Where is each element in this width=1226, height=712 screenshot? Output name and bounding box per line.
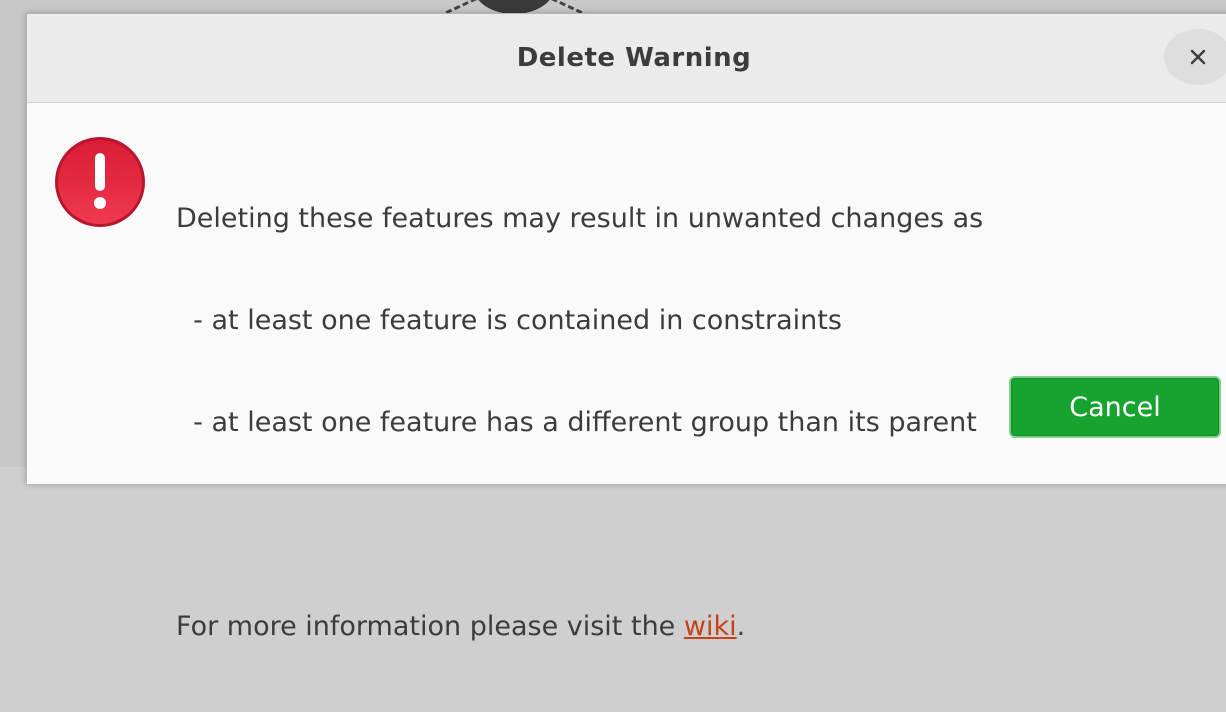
- close-button[interactable]: [1164, 29, 1226, 85]
- message-bullet: - at least one feature is contained in c…: [176, 305, 842, 336]
- message-line: Deleting these features may result in un…: [176, 203, 984, 234]
- close-icon: [1190, 49, 1206, 65]
- wiki-link[interactable]: wiki: [684, 611, 737, 642]
- error-icon: [55, 137, 145, 227]
- dialog-titlebar: Delete Warning: [27, 14, 1226, 103]
- info-line: For more information please visit the wi…: [176, 610, 983, 644]
- dialog-title: Delete Warning: [516, 43, 752, 73]
- info-suffix: .: [736, 611, 746, 642]
- info-prefix: For more information please visit the: [176, 611, 684, 642]
- message-bullet: - at least one feature has a different g…: [176, 407, 977, 438]
- message-spacer: [176, 508, 983, 542]
- warning-message: Deleting these features may result in un…: [176, 134, 983, 712]
- cancel-button[interactable]: Cancel: [1009, 376, 1221, 438]
- delete-warning-dialog: Delete Warning Deleting these features m…: [26, 13, 1226, 642]
- background-graph-node: [474, 0, 554, 14]
